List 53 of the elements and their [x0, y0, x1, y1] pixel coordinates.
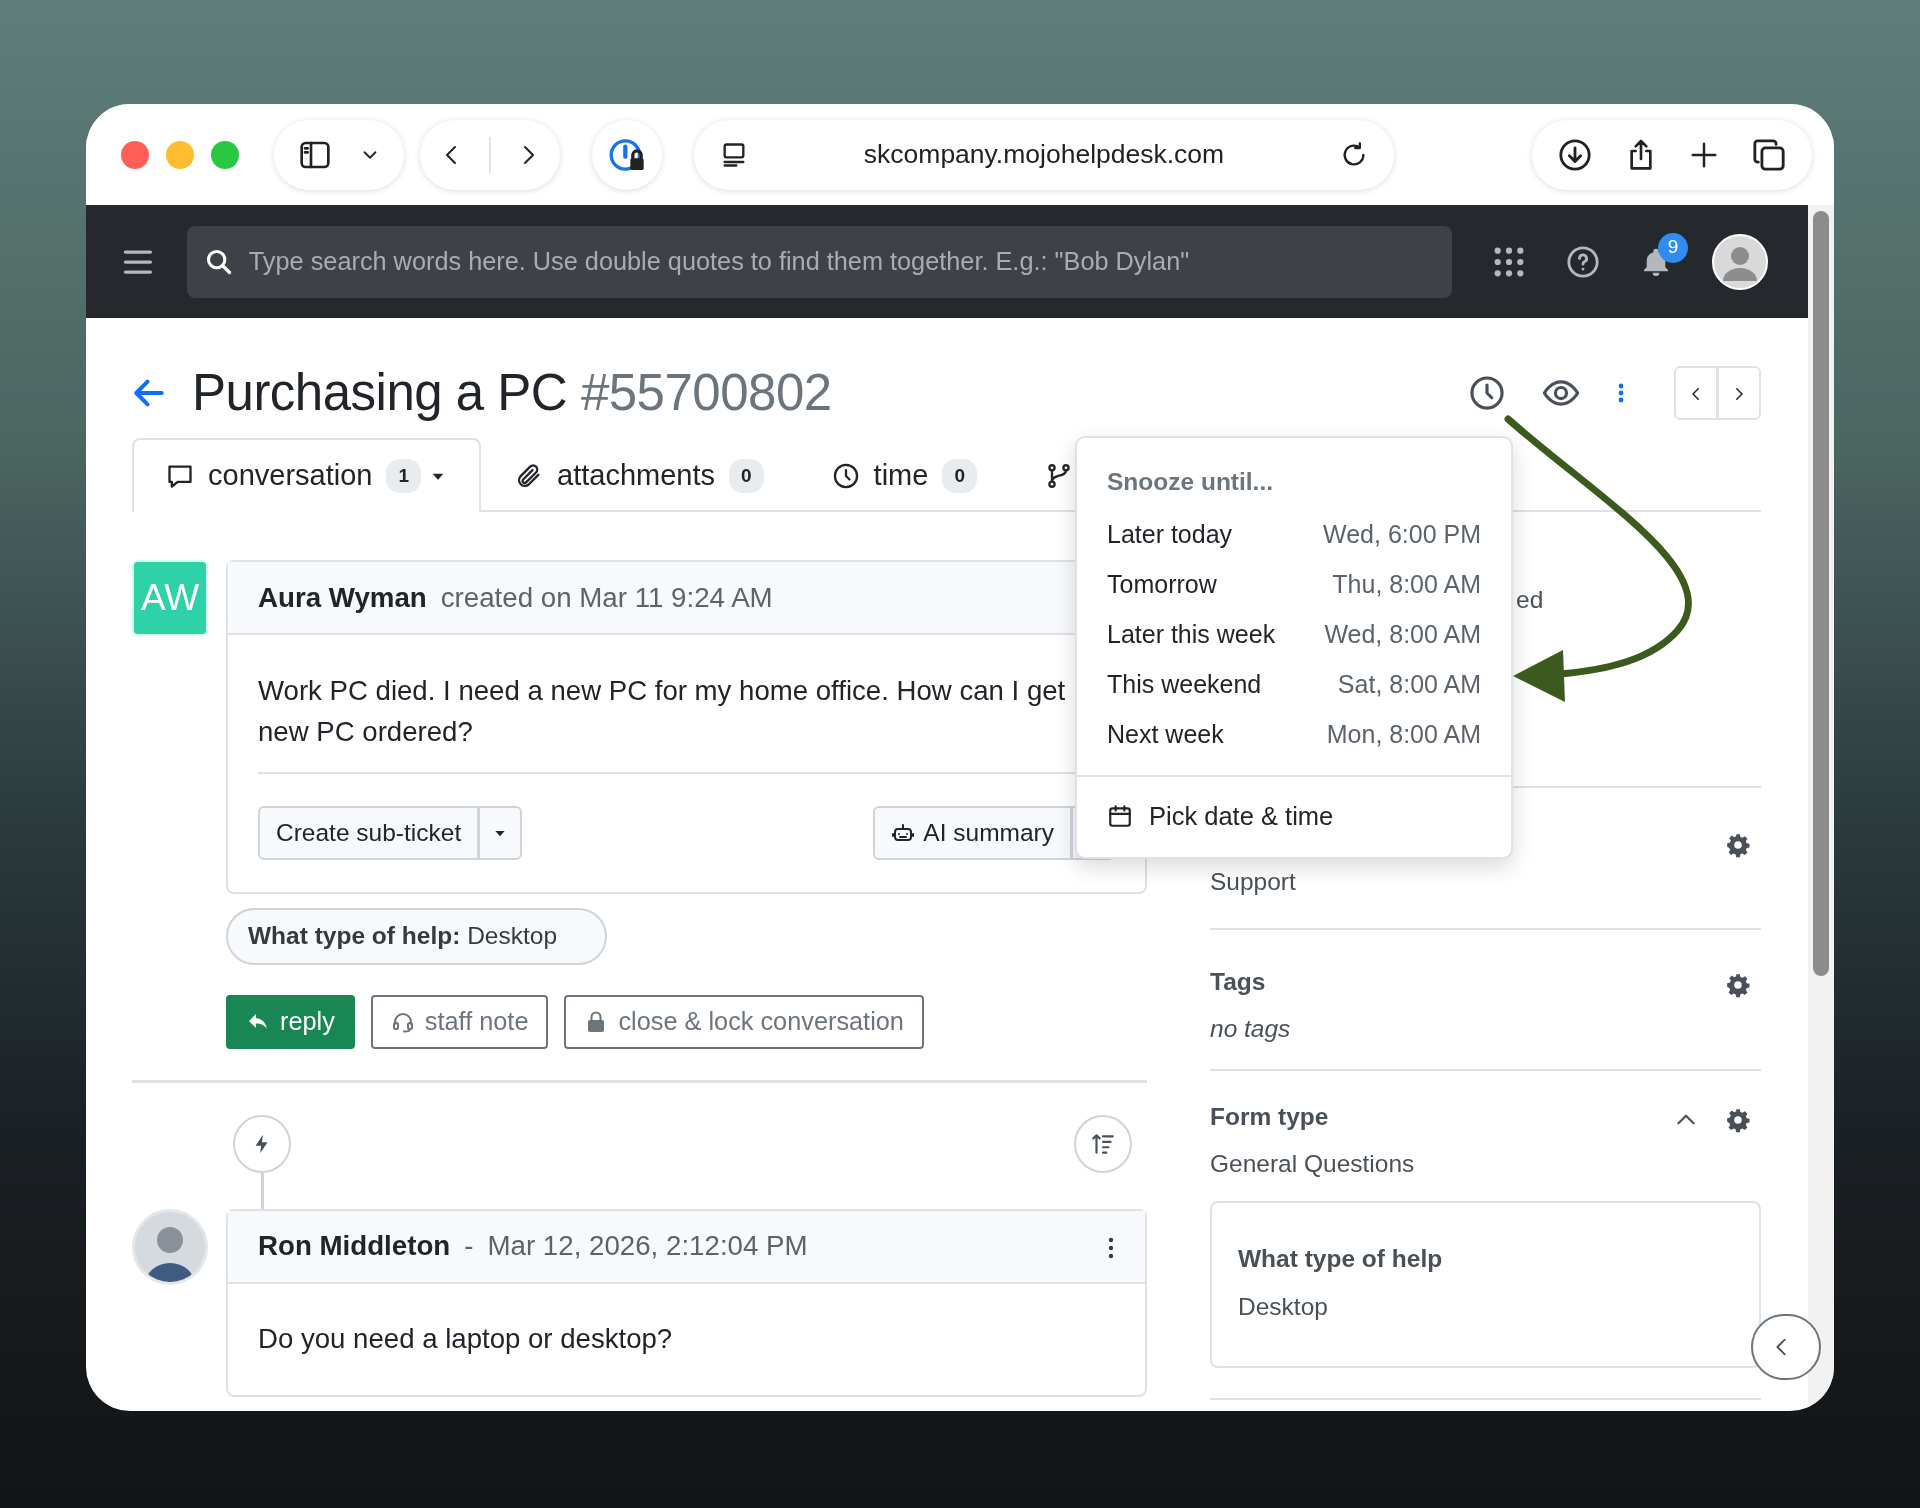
gear-icon[interactable] — [1725, 832, 1751, 858]
search-icon — [204, 247, 233, 276]
message-text: Work PC died. I need a new PC for my home office. How can I get new PC ordered? — [258, 674, 1066, 749]
snooze-option[interactable]: Tomorrow Thu, 8:00 AM — [1077, 558, 1511, 609]
clock-icon — [831, 462, 860, 490]
reply-button[interactable]: reply — [226, 994, 355, 1049]
field-label: What type of help — [1238, 1243, 1443, 1274]
sidebar-value: no tags — [1210, 1013, 1291, 1044]
calendar-icon — [1107, 802, 1133, 829]
gear-icon[interactable] — [1725, 1107, 1751, 1133]
sidebar-value: ed — [1516, 585, 1544, 615]
sidebar-label: Form type — [1210, 1102, 1329, 1132]
pick-date-option[interactable]: Pick date & time — [1077, 774, 1511, 857]
download-icon[interactable] — [1558, 137, 1593, 172]
separator-dash: - — [464, 1229, 474, 1264]
message-date: created on Mar 11 9:24 AM — [440, 580, 773, 615]
clock-icon[interactable] — [1468, 374, 1506, 412]
snooze-option[interactable]: Next week Mon, 8:00 AM — [1077, 708, 1511, 759]
help-icon[interactable] — [1566, 244, 1600, 279]
author-name: Ron Middleton — [258, 1229, 451, 1264]
tab[interactable]: conversation 1 — [132, 438, 481, 512]
sidebar-label: Tags — [1210, 967, 1266, 997]
close-window-button[interactable] — [121, 140, 149, 169]
snooze-option[interactable]: Later today Wed, 6:00 PM — [1077, 508, 1511, 559]
field-value: Desktop — [1238, 1292, 1328, 1323]
split-button[interactable]: Create sub-ticket — [258, 806, 480, 860]
field-tag: What type of help: Desktop — [226, 908, 607, 965]
search-bar[interactable]: Type search words here. Use double quotes to find them together. E.g.: "Bob Dylan" — [186, 225, 1452, 298]
tab[interactable]: attachments 0 — [481, 438, 798, 512]
tab[interactable]: time 0 — [797, 438, 1011, 512]
message-date: Mar 12, 2026, 2:12:04 PM — [487, 1229, 808, 1264]
dropdown-toggle[interactable] — [478, 806, 523, 860]
sidebar-value: General Questions — [1210, 1148, 1415, 1179]
snooze-option[interactable]: Later this week Wed, 8:00 AM — [1077, 608, 1511, 659]
staff-note-button[interactable]: staff note — [370, 994, 549, 1049]
search-field[interactable]: Type search words here. Use double quotes to find them together. E.g.: "Bob Dylan" — [246, 241, 1434, 282]
avatar-silhouette[interactable] — [1712, 233, 1768, 290]
sidebar-value: Support — [1210, 867, 1296, 897]
ticket-title: Purchasing a PC #55700802 — [192, 363, 832, 424]
author-name: Aura Wyman — [258, 580, 427, 615]
more-options-icon[interactable] — [1107, 1236, 1115, 1261]
collapse-sidebar-button[interactable] — [1751, 1314, 1821, 1380]
url-text[interactable]: skcompany.mojohelpdesk.com — [863, 134, 1225, 175]
scrollbar-thumb[interactable] — [1813, 211, 1829, 976]
close-lock-button[interactable]: close & lock conversation — [564, 994, 924, 1049]
tabs-overview-icon[interactable] — [1751, 137, 1786, 172]
menu-heading: Snooze until... — [1106, 467, 1275, 497]
gear-icon[interactable] — [1725, 972, 1751, 998]
split-button[interactable]: AI summary — [873, 806, 1072, 860]
snooze-option[interactable]: This weekend Sat, 8:00 AM — [1077, 658, 1511, 709]
message-text: Do you need a laptop or desktop? — [258, 1321, 673, 1356]
notification-count: 9 — [1658, 232, 1688, 263]
avatar: AW — [132, 560, 208, 636]
